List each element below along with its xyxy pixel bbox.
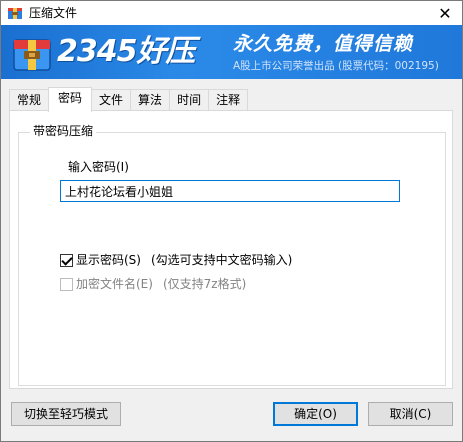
tab-algorithm[interactable]: 算法 [130,89,171,111]
close-icon: ✕ [438,3,452,23]
password-input[interactable] [60,180,400,202]
banner: 2345好压 永久免费，值得信赖 A股上市公司荣誉出品 (股票代码：002195… [1,25,462,79]
show-password-label: 显示密码(S) [76,253,141,267]
tab-time[interactable]: 时间 [169,89,210,111]
archive-logo-icon [13,39,51,71]
title-bar: 压缩文件 ✕ [1,1,462,25]
window-title: 压缩文件 [29,6,78,20]
encrypt-filenames-label: 加密文件名(E) [76,277,153,291]
tab-password[interactable]: 密码 [48,87,93,112]
show-password-row[interactable]: 显示密码(S) (勾选可支持中文密码输入) [60,252,292,268]
cancel-button[interactable]: 取消(C) [368,402,453,426]
archive-app-icon [8,8,22,19]
encrypt-filenames-hint: (仅支持7z格式) [162,277,247,291]
show-password-hint: (勾选可支持中文密码输入) [150,253,293,267]
compress-dialog: 压缩文件 ✕ 2345好压 永久免费，值得信赖 A股上市公司荣誉出品 (股票代码… [0,0,463,442]
banner-subtitle: A股上市公司荣誉出品 (股票代码：002195) [233,60,439,72]
tab-comment[interactable]: 注释 [208,89,249,111]
encrypt-filenames-checkbox [60,277,73,291]
ok-button[interactable]: 确定(O) [273,402,358,426]
tab-general[interactable]: 常规 [9,89,50,111]
password-group-title: 带密码压缩 [30,123,97,139]
close-button[interactable]: ✕ [428,1,462,25]
banner-brand: 2345好压 [57,34,195,69]
tab-files[interactable]: 文件 [91,89,132,111]
password-tab-panel: 带密码压缩 输入密码(I) 显示密码(S) (勾选可支持中文密码输入) 加密文件… [9,110,453,389]
tab-strip: 常规 密码 文件 算法 时间 注释 [9,87,249,112]
show-password-checkbox[interactable] [60,253,73,267]
encrypt-filenames-row: 加密文件名(E) (仅支持7z格式) [60,276,246,292]
banner-slogan: 永久免费，值得信赖 [233,33,414,55]
switch-lite-mode-button[interactable]: 切换至轻巧模式 [11,402,121,426]
password-input-label: 输入密码(I) [68,160,129,174]
